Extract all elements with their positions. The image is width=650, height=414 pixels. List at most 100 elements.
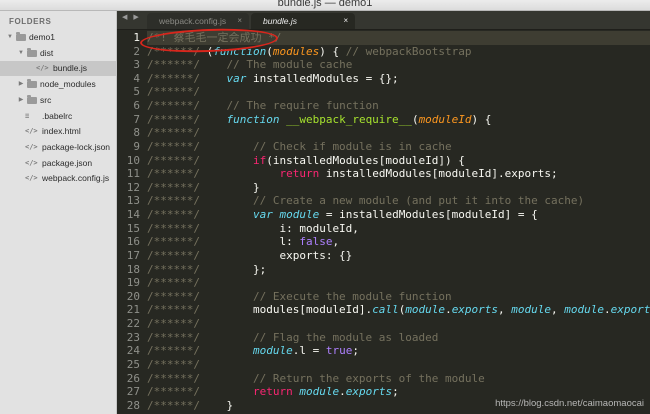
line-number: 5 [133, 85, 140, 99]
tab-webpack-config[interactable]: webpack.config.js × [147, 13, 249, 29]
code-token: /******/ [147, 357, 200, 371]
disclosure-closed-icon[interactable]: ▶ [17, 77, 25, 92]
code-line[interactable]: /******/ i: moduleId, [147, 222, 359, 236]
code-line[interactable]: /******/ var module = installedModules[m… [147, 208, 538, 222]
code-line[interactable]: /******/ } [147, 399, 233, 413]
code-token: // Check if module is in cache [252, 139, 452, 153]
code-token: installedModules = {}; [246, 71, 399, 85]
line-number: 25 [126, 357, 140, 371]
line-number: 21 [126, 303, 140, 317]
sidebar-item-bundle-js[interactable]: </> bundle.js [0, 61, 116, 77]
code-line[interactable]: /******/ // Create a new module (and put… [147, 194, 584, 208]
line-number: 13 [126, 194, 140, 208]
code-token: __webpack_require__ [286, 112, 412, 126]
code-token: if [252, 153, 267, 167]
code-token: module [279, 208, 320, 222]
close-icon[interactable]: × [343, 13, 348, 29]
close-icon[interactable]: × [237, 13, 242, 29]
code-token: exports: {} [206, 248, 353, 262]
sidebar-item-label: bundle.js [53, 63, 88, 74]
sidebar-item-node-modules[interactable]: ▶ node_modules [0, 77, 116, 92]
folder-icon [27, 47, 37, 57]
code-line[interactable]: /******/ l: false, [147, 235, 339, 249]
code-token: /******/ [147, 344, 207, 358]
code-line[interactable]: /******/ exports: {} [147, 249, 352, 263]
code-token: (installedModules[moduleId]) { [266, 153, 465, 167]
line-number: 10 [126, 153, 140, 167]
watermark: https://blog.csdn.net/caimaomaocai [495, 398, 644, 409]
code-editor[interactable]: 1 2 3 4 5 6 7 8 9 10 11 12 13 14 15 16 17 18 19 20 21 22 23 24 2… [117, 30, 650, 414]
disclosure-open-icon[interactable]: ▼ [17, 46, 25, 61]
code-token: module [564, 303, 605, 317]
code-area[interactable]: /*! 蔡毛毛一定会成功 *//******/ (function(module… [147, 30, 650, 414]
code-line[interactable]: /******/ function __webpack_require__(mo… [147, 113, 491, 127]
code-line[interactable]: /******/ }; [147, 263, 266, 277]
disclosure-closed-icon[interactable]: ▶ [17, 93, 25, 108]
code-token: .l = [292, 344, 326, 358]
file-icon: ≡ [25, 111, 30, 120]
code-token: i: moduleId, [206, 221, 359, 235]
line-number: 7 [133, 112, 140, 126]
sidebar-item-babelrc[interactable]: ≡ .babelrc [0, 109, 116, 124]
code-token: /******/ [147, 330, 207, 344]
code-line[interactable]: /******/ } [147, 181, 260, 195]
code-token: false [299, 235, 333, 249]
tab-nav-arrows-icon[interactable]: ◀ ▶ [122, 13, 141, 21]
code-token: /******/ [147, 385, 207, 399]
sidebar-item-src[interactable]: ▶ src [0, 93, 116, 108]
code-line[interactable]: /******/ // The module cache [147, 58, 352, 72]
tab-bundle-js[interactable]: bundle.js × [251, 13, 355, 29]
js-file-icon: </> [25, 174, 38, 183]
code-line[interactable]: /******/ return module.exports; [147, 385, 399, 399]
code-token: exports [345, 385, 393, 399]
code-line[interactable]: /******/ // The require function [147, 99, 379, 113]
line-number-gutter: 1 2 3 4 5 6 7 8 9 10 11 12 13 14 15 16 17 18 19 20 21 22 23 24 2… [117, 30, 140, 414]
code-line[interactable]: /******/ [147, 126, 200, 140]
tab-label: bundle.js [263, 16, 298, 26]
code-token: ) { [319, 44, 346, 58]
line-number: 26 [126, 371, 140, 385]
code-token: /******/ [147, 317, 200, 331]
sidebar-item-demo1[interactable]: ▼ demo1 [0, 30, 116, 45]
code-line[interactable]: /******/ // Flag the module as loaded [147, 331, 438, 345]
code-line[interactable]: /******/ var installedModules = {}; [147, 72, 399, 86]
code-token: var [252, 208, 273, 222]
code-line[interactable]: /******/ // Return the exports of the mo… [147, 372, 485, 386]
code-token: . [445, 303, 452, 317]
code-line[interactable]: /******/ // Check if module is in cache [147, 140, 452, 154]
code-token: modules [272, 44, 320, 58]
code-line[interactable]: /******/ [147, 276, 200, 290]
code-line[interactable]: /******/ [147, 317, 200, 331]
window-title: bundle.js — demo1 [277, 0, 373, 9]
code-line[interactable]: /******/ [147, 358, 200, 372]
code-line[interactable]: /******/ module.l = true; [147, 344, 359, 358]
sidebar-item-dist[interactable]: ▼ dist [0, 46, 116, 61]
sidebar-item-package-json[interactable]: </> package.json [0, 156, 116, 171]
code-token: return [279, 167, 320, 181]
code-line[interactable]: /******/ modules[moduleId].call(module.e… [147, 303, 650, 317]
sidebar-item-webpack-config-js[interactable]: </> webpack.config.js [0, 171, 116, 186]
line-number: 22 [126, 317, 140, 331]
code-token: = installedModules[moduleId] = { [319, 208, 538, 222]
code-token: }; [206, 262, 267, 276]
code-token: , [498, 303, 512, 317]
code-token: /******/ [147, 194, 207, 208]
line-number: 1 [133, 31, 140, 44]
line-number: 4 [133, 71, 140, 85]
code-token: // webpackBootstrap [345, 44, 472, 58]
code-line[interactable]: /******/ // Execute the module function [147, 290, 452, 304]
sidebar-item-package-lock-json[interactable]: </> package-lock.json [0, 140, 116, 155]
disclosure-open-icon[interactable]: ▼ [6, 30, 14, 45]
sidebar-item-label: .babelrc [42, 110, 73, 121]
code-line[interactable]: /******/ [147, 85, 200, 99]
code-line[interactable]: /******/ return installedModules[moduleI… [147, 167, 558, 181]
code-line[interactable]: /******/ if(installedModules[moduleId]) … [147, 154, 465, 168]
code-token: /******/ [147, 235, 207, 249]
sidebar-item-index-html[interactable]: </> index.html [0, 124, 116, 139]
